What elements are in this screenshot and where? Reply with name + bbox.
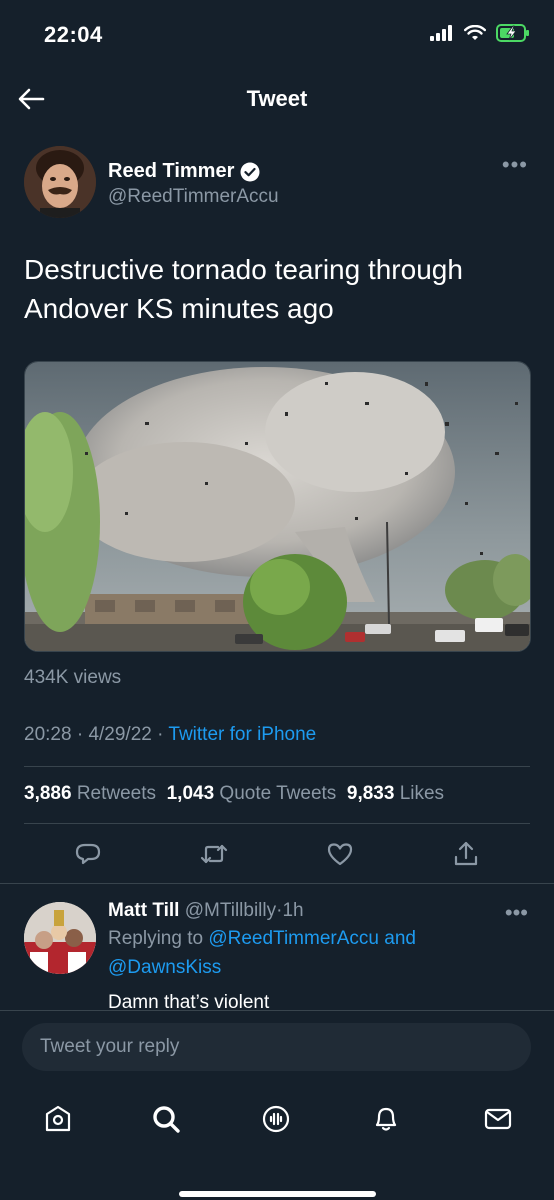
reply-age: 1h bbox=[282, 900, 304, 921]
retweets-stat[interactable]: 3,886 Retweets bbox=[24, 783, 156, 804]
mention-link[interactable]: @DawnsKiss bbox=[108, 957, 221, 978]
reply-author-handle[interactable]: @MTillbilly bbox=[185, 900, 276, 921]
tab-bar bbox=[0, 1099, 554, 1139]
search-icon bbox=[153, 1106, 180, 1133]
signal-icon bbox=[430, 25, 454, 46]
tab-messages[interactable] bbox=[478, 1099, 518, 1139]
likes-count: 9,833 bbox=[346, 783, 395, 804]
reply-text: Damn that’s violent bbox=[108, 992, 270, 1010]
battery-charging-icon bbox=[496, 24, 530, 47]
replying-to-line-2: @DawnsKiss bbox=[108, 957, 221, 979]
bottom-panel bbox=[0, 1010, 554, 1200]
author-name-row[interactable]: Reed Timmer bbox=[108, 160, 260, 183]
reply-author-name[interactable]: Matt Till bbox=[108, 900, 179, 921]
share-icon bbox=[454, 841, 478, 866]
home-indicator bbox=[179, 1191, 376, 1197]
replying-to-line: Replying to @ReedTimmerAccu and bbox=[108, 928, 416, 950]
notifications-icon bbox=[375, 1107, 397, 1131]
retweet-icon bbox=[200, 844, 228, 864]
home-icon bbox=[45, 1105, 71, 1132]
tornado-photo bbox=[25, 362, 530, 651]
retweets-label: Retweets bbox=[76, 783, 157, 804]
quotes-label: Quote Tweets bbox=[219, 783, 337, 804]
tab-notifications[interactable] bbox=[366, 1099, 406, 1139]
reply-more-options-icon[interactable]: ••• bbox=[505, 902, 528, 924]
tweet-header: Reed Timmer @ReedTimmerAccu ••• bbox=[24, 146, 530, 222]
tweet-source-link[interactable]: Twitter for iPhone bbox=[168, 724, 316, 745]
spaces-icon bbox=[262, 1105, 290, 1133]
messages-icon bbox=[484, 1108, 512, 1130]
author-name[interactable]: Reed Timmer bbox=[108, 160, 234, 183]
tweet-stats: 3,886 Retweets 1,043 Quote Tweets 9,833 … bbox=[24, 783, 444, 805]
meta-separator: · bbox=[157, 724, 164, 745]
quotes-count: 1,043 bbox=[166, 783, 215, 804]
tweet-text: Destructive tornado tearing through Ando… bbox=[24, 254, 463, 324]
quotes-stat[interactable]: 1,043 Quote Tweets bbox=[167, 783, 337, 804]
reply-header: Matt Till @MTillbilly·1h bbox=[108, 900, 304, 922]
reply-tweet[interactable]: Matt Till @MTillbilly·1h ••• Replying to… bbox=[0, 884, 554, 1010]
view-count[interactable]: 434K views bbox=[24, 667, 121, 689]
wifi-icon bbox=[464, 24, 486, 46]
status-icons bbox=[430, 24, 530, 47]
page-title: Tweet bbox=[246, 86, 308, 111]
tweet-media[interactable] bbox=[24, 361, 531, 652]
likes-label: Likes bbox=[399, 783, 445, 804]
retweets-count: 3,886 bbox=[24, 783, 72, 804]
reply-icon bbox=[75, 843, 101, 865]
verified-badge-icon bbox=[240, 162, 260, 181]
author-handle[interactable]: @ReedTimmerAccu bbox=[108, 186, 279, 208]
mention-joiner: and bbox=[384, 928, 416, 949]
tab-home[interactable] bbox=[38, 1099, 78, 1139]
divider bbox=[24, 823, 530, 824]
retweet-button[interactable] bbox=[196, 836, 232, 872]
share-button[interactable] bbox=[448, 836, 484, 872]
nav-bar: Tweet bbox=[0, 70, 554, 128]
tweet-time: 20:28 bbox=[24, 724, 72, 745]
reply-avatar[interactable] bbox=[24, 902, 96, 974]
tweet-meta: 20:28 · 4/29/22 · Twitter for iPhone bbox=[24, 724, 316, 746]
status-bar: 22:04 bbox=[0, 0, 554, 70]
tab-spaces[interactable] bbox=[256, 1099, 296, 1139]
reply-input[interactable] bbox=[22, 1023, 531, 1071]
tab-search[interactable] bbox=[146, 1099, 186, 1139]
mention-link[interactable]: @ReedTimmerAccu bbox=[208, 928, 379, 949]
likes-stat[interactable]: 9,833 Likes bbox=[347, 783, 444, 804]
meta-separator: · bbox=[76, 724, 84, 745]
tweet-actions bbox=[0, 836, 554, 876]
like-icon bbox=[327, 843, 353, 866]
tweet-date: 4/29/22 bbox=[88, 724, 152, 745]
replying-to-prefix: Replying to bbox=[108, 928, 204, 949]
more-options-icon[interactable]: ••• bbox=[502, 154, 528, 176]
status-time: 22:04 bbox=[44, 22, 103, 47]
reply-button[interactable] bbox=[70, 836, 106, 872]
divider bbox=[24, 766, 530, 767]
author-avatar[interactable] bbox=[24, 146, 96, 218]
like-button[interactable] bbox=[322, 836, 358, 872]
